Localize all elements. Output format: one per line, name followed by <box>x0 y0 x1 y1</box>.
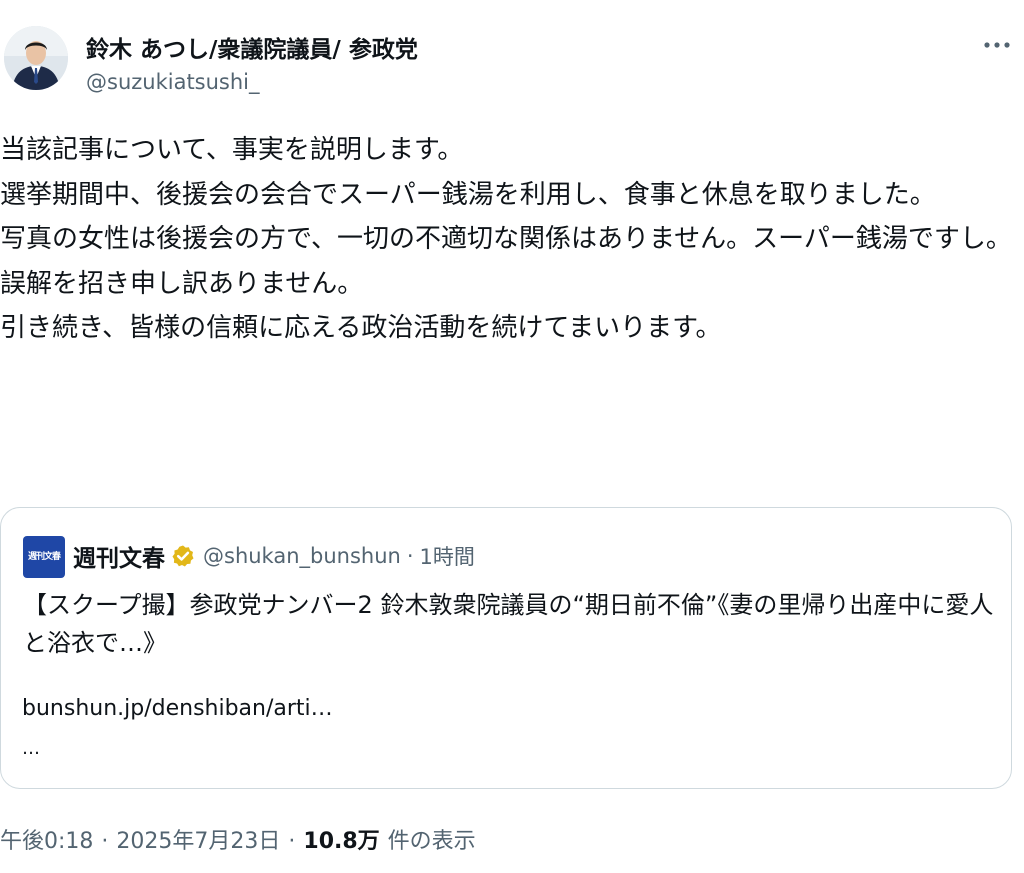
tweet-line: 誤解を招き申し訳ありません。 <box>0 268 364 299</box>
quoted-truncation: … <box>22 738 40 759</box>
quoted-link[interactable]: bunshun.jp/denshiban/arti… <box>22 696 333 721</box>
quoted-author-handle: @shukan_bunshun <box>203 544 401 568</box>
quoted-tweet-text: 【スクープ撮】参政党ナンバー2 鈴木敦衆院議員の“期日前不倫”《妻の里帰り出産中… <box>23 591 994 657</box>
tweet-meta: 午後0:18 · 2025年7月23日 · 10.8万 件の表示 <box>0 823 476 855</box>
quoted-author-name: 週刊文春 <box>73 546 165 572</box>
tweet-line: 写真の女性は後援会の方で、一切の不適切な関係はありません。スーパー銭湯ですし。 <box>0 224 1012 254</box>
quoted-separator: · <box>406 544 414 568</box>
tweet-header: 鈴木 あつし/衆議院議員/ 参政党 @suzukiatsushi_ <box>0 0 1024 110</box>
author-name[interactable]: 鈴木 あつし/衆議院議員/ 参政党 <box>86 30 418 64</box>
avatar-image <box>4 26 68 90</box>
more-options-button[interactable] <box>980 32 1014 58</box>
tweet-line: 選挙期間中、後援会の会合でスーパー銭湯を利用し、食事と休息を取りました。 <box>0 179 936 210</box>
verified-badge-icon <box>172 545 194 567</box>
tweet-time[interactable]: 午後0:18 <box>0 823 93 855</box>
tweet-text: 当該記事について、事実を説明します。 選挙期間中、後援会の会合でスーパー銭湯を利… <box>0 128 1015 351</box>
quoted-timestamp[interactable]: 1時間 <box>420 541 475 571</box>
view-count-label: 件の表示 <box>387 829 476 854</box>
more-icon <box>984 42 1010 48</box>
tweet-line: 当該記事について、事実を説明します。 <box>0 135 464 165</box>
tweet-line: 引き続き、皆様の信頼に応える政治活動を続けてまいります。 <box>0 313 722 343</box>
author-handle[interactable]: @suzukiatsushi_ <box>86 70 260 94</box>
tweet-date[interactable]: 2025年7月23日 <box>116 823 280 855</box>
meta-separator: · <box>101 829 109 854</box>
quoted-tweet-card[interactable]: 週刊文春 週刊文春 @shukan_bunshun · 1時間 【スクープ撮】参… <box>0 507 1012 789</box>
quoted-author-logo: 週刊文春 <box>23 536 65 578</box>
view-count: 10.8万 <box>303 829 380 854</box>
author-avatar[interactable] <box>4 26 68 90</box>
quoted-tweet-header: 週刊文春 @shukan_bunshun · 1時間 <box>73 538 475 574</box>
meta-separator: · <box>288 829 296 854</box>
